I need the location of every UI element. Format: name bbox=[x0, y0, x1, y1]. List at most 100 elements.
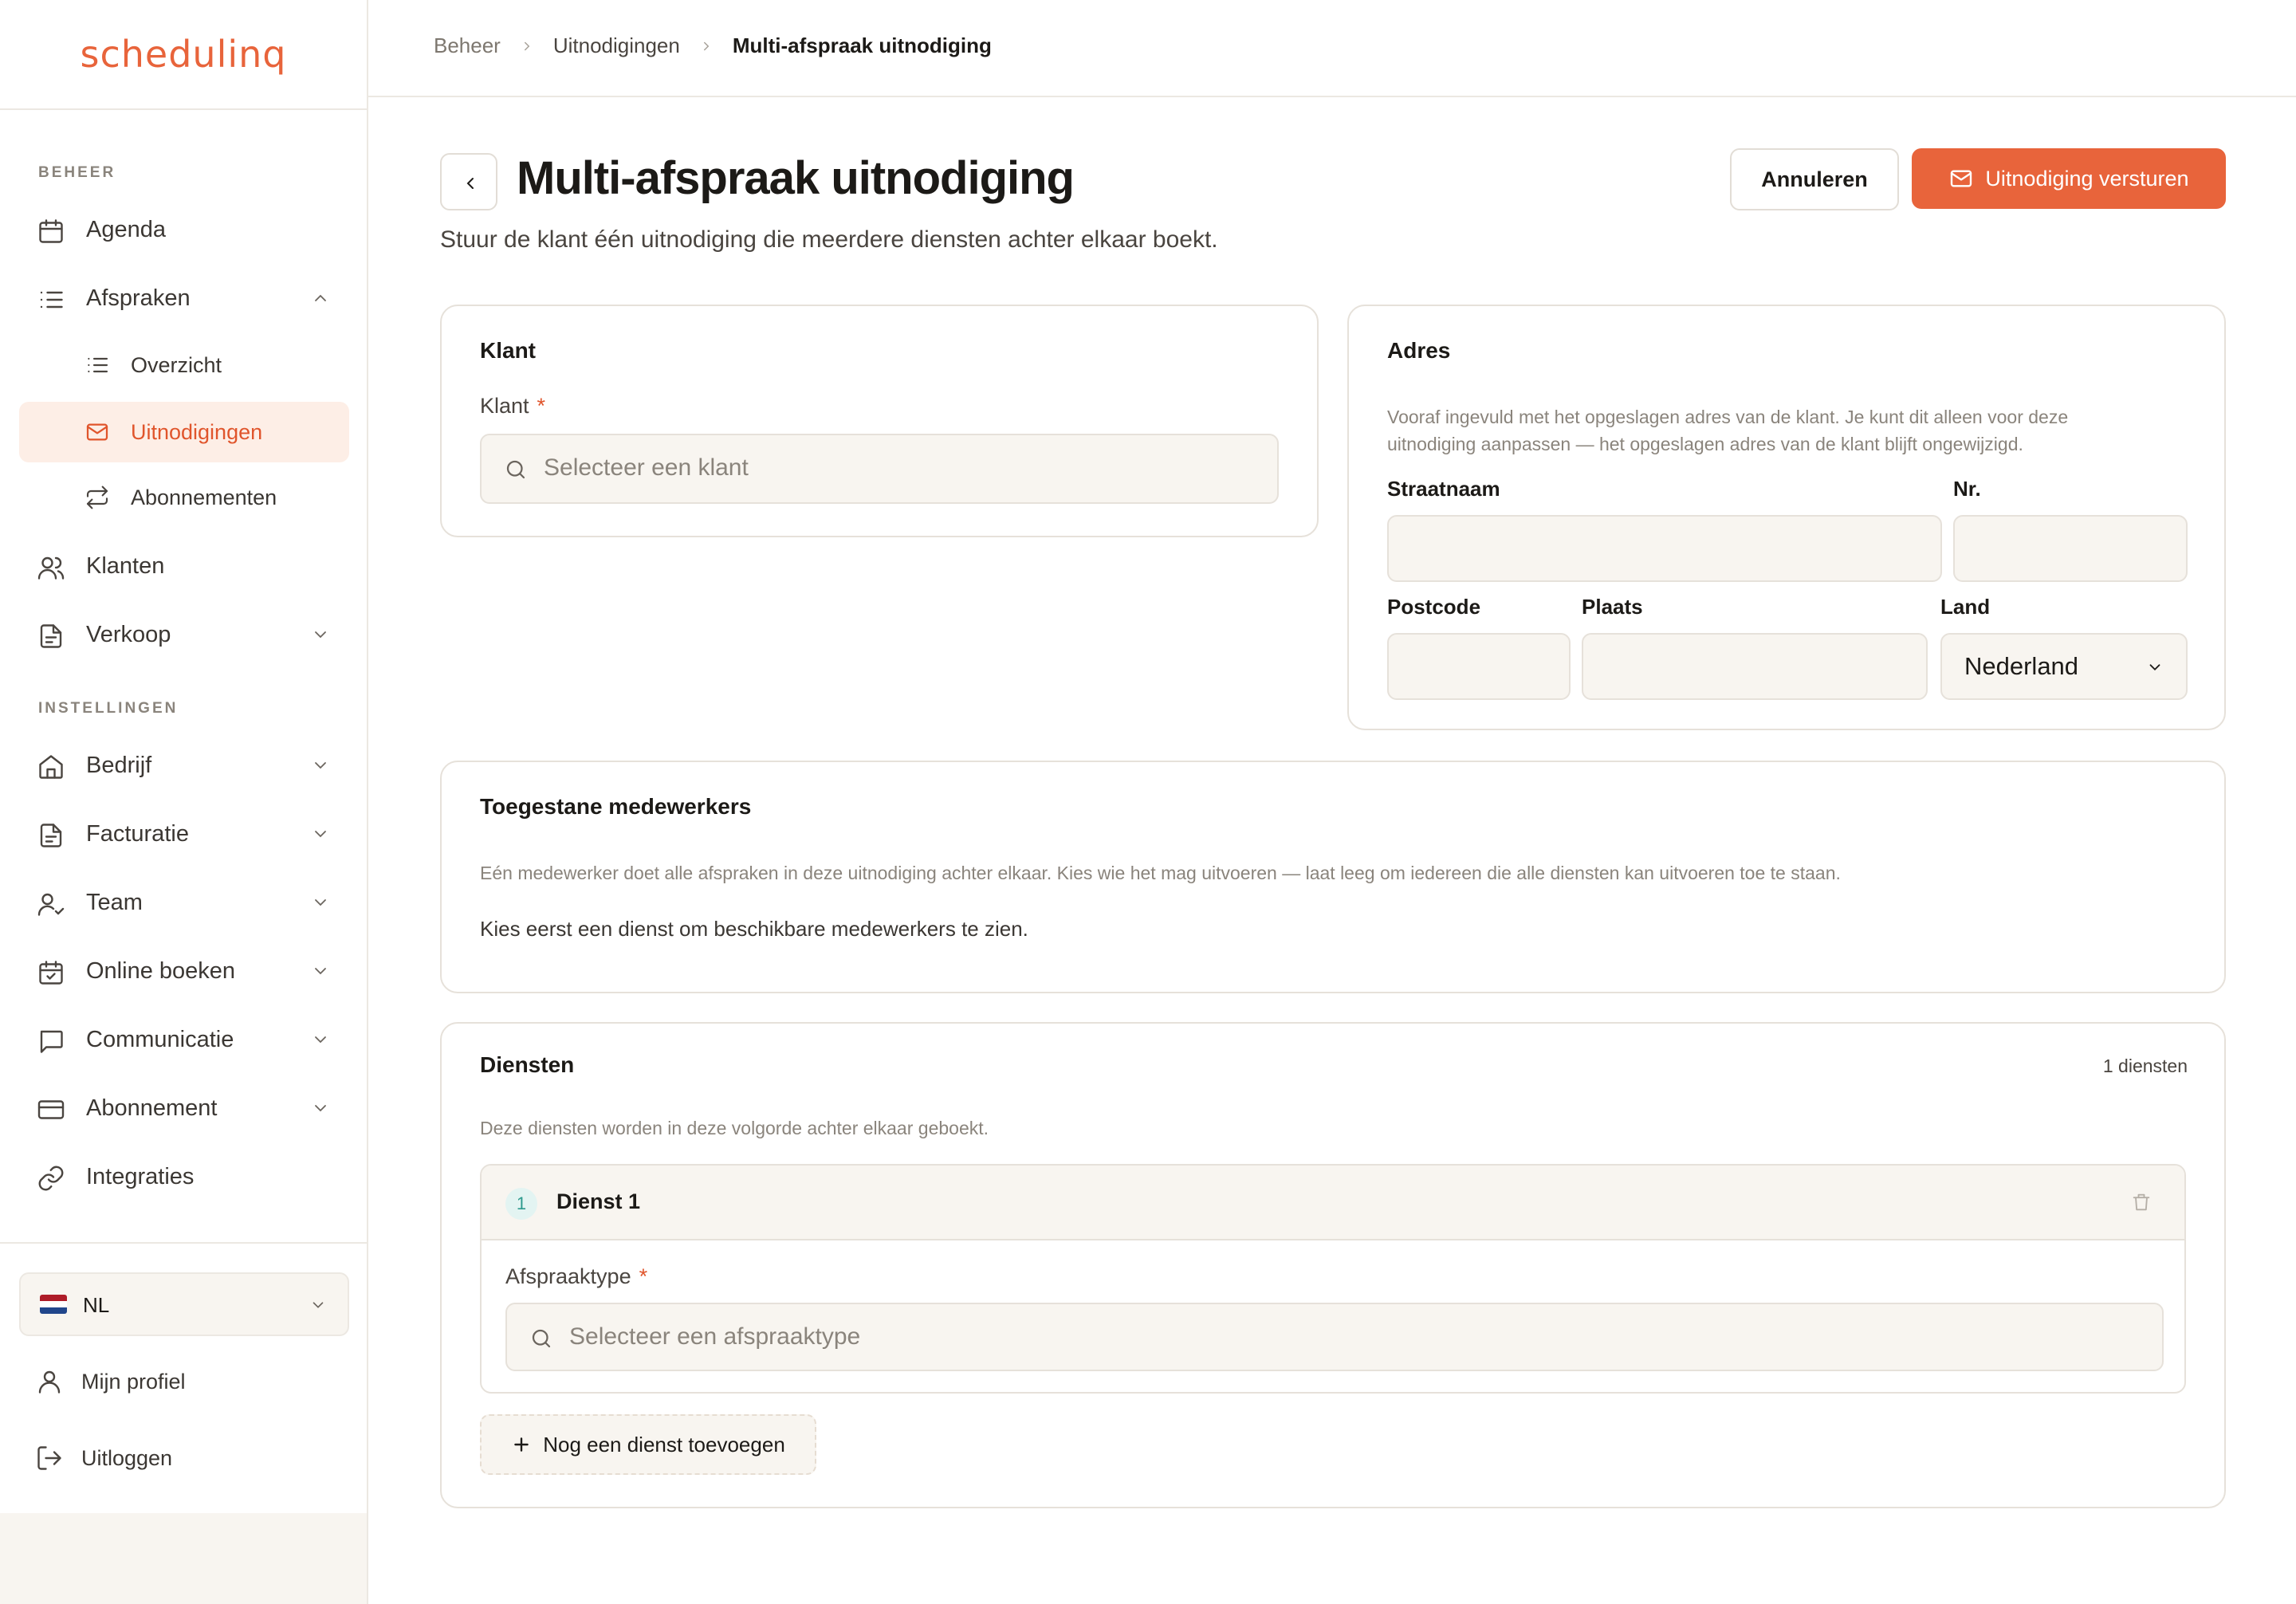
plus-icon bbox=[514, 1437, 529, 1452]
page-subtitle: Stuur de klant één uitnodiging die meerd… bbox=[440, 226, 1218, 253]
klant-card: Klant Klant * Selecteer een klant bbox=[440, 305, 1319, 537]
list-icon bbox=[85, 352, 110, 378]
sidebar-item-verkoop[interactable]: Verkoop bbox=[19, 604, 349, 665]
afspraaktype-label: Afspraaktype * bbox=[505, 1264, 648, 1288]
calendar-check-icon bbox=[37, 958, 65, 987]
cancel-button[interactable]: Annuleren bbox=[1730, 148, 1899, 210]
logout-link[interactable]: Uitloggen bbox=[35, 1438, 172, 1478]
sidebar-item-label: Verkoop bbox=[86, 621, 171, 647]
sidebar-item-online-boeken[interactable]: Online boeken bbox=[19, 941, 349, 1001]
breadcrumb: Beheer Uitnodigingen Multi-afspraak uitn… bbox=[434, 33, 992, 58]
sidebar-item-label: Overzicht bbox=[131, 352, 222, 377]
diensten-count: 1 diensten bbox=[2102, 1056, 2188, 1076]
search-icon bbox=[504, 458, 528, 482]
land-select[interactable]: Nederland bbox=[1940, 633, 2188, 700]
send-invitation-button[interactable]: Uitnodiging versturen bbox=[1912, 148, 2226, 209]
medewerkers-card: Toegestane medewerkers Eén medewerker do… bbox=[440, 761, 2226, 993]
page-title: Multi-afspraak uitnodiging bbox=[517, 152, 1075, 204]
section-label-beheer: BEHEER bbox=[38, 164, 116, 181]
link-icon bbox=[37, 1164, 65, 1193]
sidebar-item-uitnodigingen[interactable]: Uitnodigingen bbox=[19, 402, 349, 462]
sidebar-item-integraties[interactable]: Integraties bbox=[19, 1146, 349, 1207]
user-icon bbox=[35, 1367, 64, 1396]
sidebar-item-bedrijf[interactable]: Bedrijf bbox=[19, 735, 349, 796]
app-logo[interactable]: schedulinq bbox=[81, 33, 287, 76]
chevron-down-icon bbox=[311, 1030, 330, 1049]
sidebar-item-label: Team bbox=[86, 889, 143, 915]
breadcrumb-parent[interactable]: Uitnodigingen bbox=[553, 33, 680, 58]
sidebar-item-facturatie[interactable]: Facturatie bbox=[19, 804, 349, 864]
plaats-input[interactable] bbox=[1582, 633, 1928, 700]
chevron-down-icon bbox=[311, 1099, 330, 1118]
mail-icon bbox=[85, 419, 110, 445]
dienst-name: Dienst 1 bbox=[556, 1189, 641, 1213]
sidebar-item-communicatie[interactable]: Communicatie bbox=[19, 1009, 349, 1070]
list-icon bbox=[37, 285, 65, 314]
document-icon bbox=[37, 821, 65, 850]
chevron-left-icon bbox=[466, 178, 474, 189]
logout-icon bbox=[35, 1444, 64, 1472]
sidebar-item-team[interactable]: Team bbox=[19, 872, 349, 933]
add-dienst-label: Nog een dienst toevoegen bbox=[543, 1432, 785, 1457]
afspraaktype-search-input[interactable]: Selecteer een afspraaktype bbox=[505, 1303, 2164, 1371]
sidebar-item-label: Online boeken bbox=[86, 957, 236, 984]
sidebar-item-label: Uitnodigingen bbox=[131, 419, 263, 444]
sidebar-item-afspraken[interactable]: Afspraken bbox=[19, 268, 349, 328]
breadcrumb-root[interactable]: Beheer bbox=[434, 33, 501, 58]
klant-search-input[interactable]: Selecteer een klant bbox=[480, 434, 1279, 504]
klant-field-label: Klant * bbox=[480, 394, 546, 418]
user-check-icon bbox=[37, 890, 65, 918]
my-profile-link[interactable]: Mijn profiel bbox=[35, 1362, 186, 1402]
add-dienst-button[interactable]: Nog een dienst toevoegen bbox=[480, 1414, 816, 1475]
sidebar-item-overzicht[interactable]: Overzicht bbox=[19, 335, 349, 395]
chevron-down-icon bbox=[2146, 659, 2164, 676]
calendar-icon bbox=[37, 217, 65, 246]
postcode-input[interactable] bbox=[1387, 633, 1571, 700]
my-profile-label: Mijn profiel bbox=[81, 1369, 186, 1394]
sidebar-divider bbox=[0, 1242, 367, 1244]
sidebar-item-abonnement[interactable]: Abonnement bbox=[19, 1078, 349, 1138]
dienst-header: 1 Dienst 1 bbox=[482, 1166, 2184, 1240]
sidebar-item-label: Facturatie bbox=[86, 820, 189, 847]
sidebar-item-klanten[interactable]: Klanten bbox=[19, 536, 349, 596]
straatnaam-label: Straatnaam bbox=[1387, 477, 1500, 501]
trash-icon[interactable] bbox=[2130, 1191, 2152, 1213]
logo-area: schedulinq bbox=[0, 0, 367, 110]
chevron-down-icon bbox=[311, 824, 330, 843]
sidebar-item-label: Agenda bbox=[86, 216, 166, 242]
chevron-down-icon bbox=[311, 893, 330, 912]
message-icon bbox=[37, 1027, 65, 1056]
sidebar-item-label: Abonnementen bbox=[131, 485, 277, 509]
afspraaktype-placeholder: Selecteer een afspraaktype bbox=[569, 1323, 861, 1350]
dienst-item: 1 Dienst 1 Afspraaktype * Selecteer een a… bbox=[480, 1164, 2186, 1394]
chevron-down-icon bbox=[311, 961, 330, 981]
nr-input[interactable] bbox=[1953, 515, 2188, 582]
sidebar: schedulinq BEHEER Agenda Afspraken Overz… bbox=[0, 0, 368, 1604]
logout-label: Uitloggen bbox=[81, 1445, 173, 1470]
land-value: Nederland bbox=[1964, 652, 2079, 680]
land-label: Land bbox=[1940, 595, 1991, 619]
section-label-instellingen: INSTELLINGEN bbox=[38, 700, 179, 717]
sidebar-item-agenda[interactable]: Agenda bbox=[19, 199, 349, 260]
adres-help-line-1: Vooraf ingevuld met het opgeslagen adres… bbox=[1387, 407, 2069, 427]
postcode-label: Postcode bbox=[1387, 595, 1481, 619]
sidebar-item-label: Klanten bbox=[86, 552, 165, 579]
klant-placeholder: Selecteer een klant bbox=[544, 454, 749, 481]
chevron-right-icon bbox=[699, 39, 714, 53]
adres-help-line-2: uitnodiging aanpassen — het opgeslagen a… bbox=[1387, 434, 2023, 454]
mail-icon bbox=[1951, 170, 1972, 187]
language-label: NL bbox=[83, 1293, 110, 1317]
chevron-down-icon bbox=[311, 625, 330, 644]
diensten-card-title: Diensten bbox=[480, 1052, 575, 1077]
medewerkers-card-title: Toegestane medewerkers bbox=[480, 794, 752, 819]
straatnaam-input[interactable] bbox=[1387, 515, 1942, 582]
send-invitation-label: Uitnodiging versturen bbox=[1985, 166, 2189, 191]
diensten-help: Deze diensten worden in deze volgorde ac… bbox=[480, 1118, 989, 1138]
back-button[interactable] bbox=[440, 153, 497, 210]
sidebar-item-label: Abonnement bbox=[86, 1095, 218, 1121]
chevron-down-icon bbox=[309, 1296, 327, 1314]
sidebar-item-abonnementen[interactable]: Abonnementen bbox=[19, 467, 349, 528]
klant-card-title: Klant bbox=[480, 338, 536, 363]
language-select[interactable]: NL bbox=[19, 1272, 349, 1336]
adres-card: Adres Vooraf ingevuld met het opgeslagen… bbox=[1347, 305, 2226, 730]
